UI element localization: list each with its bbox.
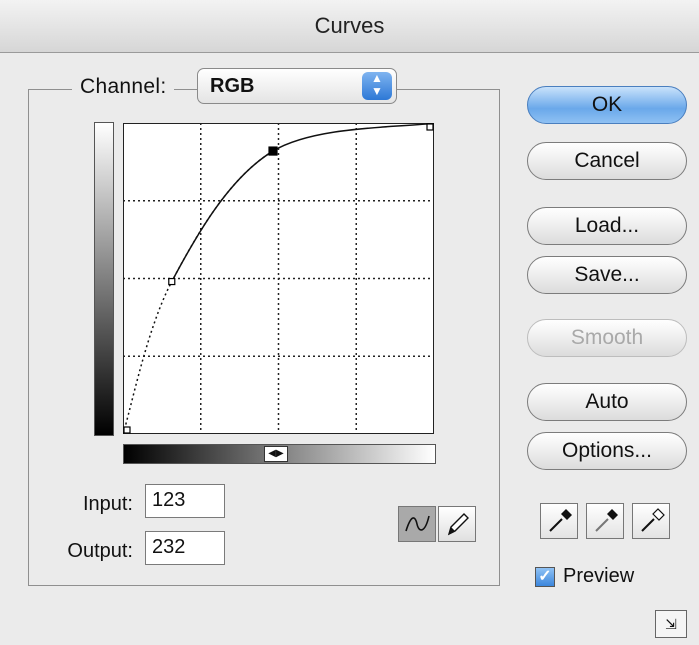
input-gradient-bar: ◀▶ (123, 444, 436, 464)
options-button[interactable]: Options... (527, 432, 687, 470)
load-button[interactable]: Load... (527, 207, 687, 245)
cancel-button[interactable]: Cancel (527, 142, 687, 180)
curve-tool-icon[interactable] (398, 506, 436, 542)
black-eyedropper-icon[interactable] (540, 503, 578, 539)
title-bar: Curves (0, 0, 699, 53)
preview-checkbox[interactable]: ✓ (535, 567, 555, 587)
preview-label: Preview (563, 565, 635, 587)
curve-point[interactable] (426, 123, 434, 131)
save-button[interactable]: Save... (527, 256, 687, 294)
curves-graph[interactable] (123, 123, 434, 434)
output-field[interactable]: 232 (145, 531, 225, 565)
select-arrows-icon: ▲ ▼ (362, 72, 392, 100)
channel-label: Channel: (72, 75, 175, 99)
smooth-button[interactable]: Smooth (527, 319, 687, 357)
channel-value: RGB (210, 75, 255, 97)
curve-point[interactable] (123, 426, 131, 434)
curve-point-selected[interactable] (268, 146, 278, 156)
output-label: Output: (67, 540, 133, 562)
window-title: Curves (314, 13, 385, 38)
ok-button[interactable]: OK (527, 86, 687, 124)
white-eyedropper-icon[interactable] (632, 503, 670, 539)
gradient-direction-toggle-icon[interactable]: ◀▶ (264, 446, 288, 462)
auto-button[interactable]: Auto (527, 383, 687, 421)
curve-point[interactable] (168, 277, 176, 286)
pencil-tool-icon[interactable] (438, 506, 476, 542)
input-field[interactable]: 123 (145, 484, 225, 518)
resize-icon[interactable]: ⇲ (655, 610, 687, 638)
output-gradient-bar (94, 122, 114, 436)
input-label: Input: (82, 493, 133, 515)
channel-select[interactable]: RGB ▲ ▼ (197, 68, 397, 104)
gray-eyedropper-icon[interactable] (586, 503, 624, 539)
